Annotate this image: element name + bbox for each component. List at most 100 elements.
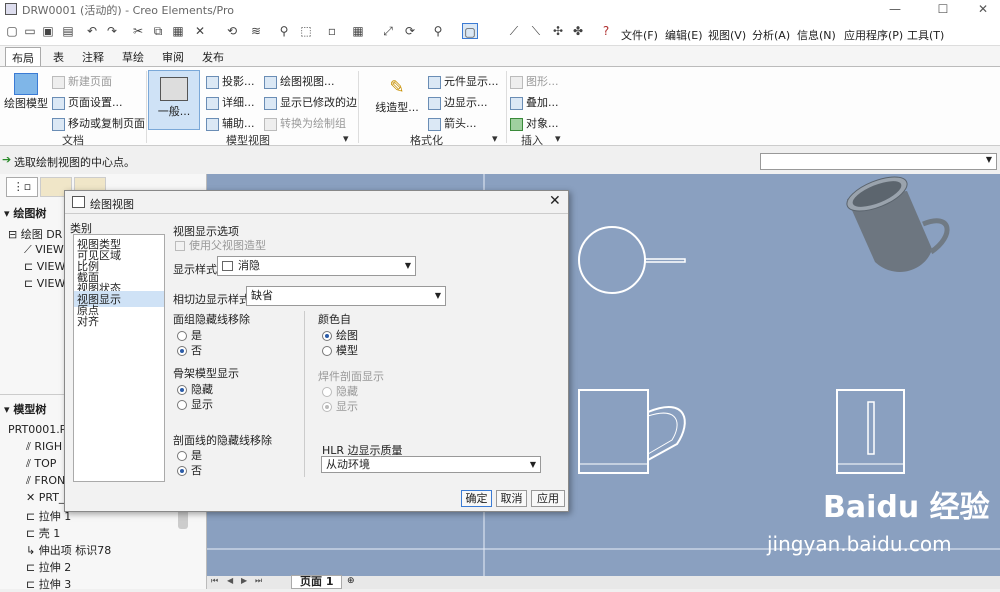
tangent-style-select[interactable]: 缺省 ▼ (246, 286, 446, 306)
minimize-icon[interactable]: — (880, 0, 910, 18)
filter-select[interactable]: ▼ (760, 153, 997, 170)
tab-annotate[interactable]: 注释 (82, 49, 104, 65)
skeleton-hidden-radio[interactable]: 隐藏 (177, 381, 213, 397)
arrow-button[interactable]: 箭头... (428, 115, 477, 131)
tree-item[interactable]: ⫽ FRON (26, 474, 65, 488)
tree-item[interactable]: ↳ 伸出项 标识78 (26, 542, 111, 558)
skeleton-show-radio[interactable]: 显示 (177, 396, 213, 412)
repaint-icon[interactable]: ⟳ (402, 23, 418, 39)
drawing-model-button[interactable]: 绘图模型 (4, 73, 48, 111)
redo-icon[interactable]: ↷ (104, 23, 120, 39)
tree-item[interactable]: ⊏ 壳 1 (26, 525, 60, 541)
menu-applications[interactable]: 应用程序(P) (844, 27, 903, 43)
close-icon[interactable]: ✕ (968, 0, 998, 18)
use-parent-checkbox[interactable]: 使用父视图造型 (175, 237, 266, 253)
tree-item[interactable]: ⊟ 绘图 DR (8, 226, 62, 242)
model-tree-title[interactable]: ▾ 模型树 (4, 401, 46, 417)
help-icon[interactable]: ? (598, 23, 614, 39)
delete-icon[interactable]: ✕ (192, 23, 208, 39)
undo-icon[interactable]: ↶ (84, 23, 100, 39)
tab-review[interactable]: 审阅 (162, 49, 184, 65)
add-page-icon[interactable]: ⊕ (347, 576, 355, 586)
tree-item[interactable]: ⟋ VIEW (24, 243, 64, 257)
find-icon[interactable]: ⚲ (276, 23, 292, 39)
menu-tools[interactable]: 工具(T) (907, 27, 944, 43)
menu-info[interactable]: 信息(N) (797, 27, 836, 43)
tree-item[interactable]: ⫽ RIGH (26, 440, 62, 454)
close-icon[interactable]: ✕ (549, 193, 561, 209)
zoom-icon[interactable]: ⚲ (430, 23, 446, 39)
page-setup-button[interactable]: 页面设置... (52, 94, 123, 110)
weld-hidden-radio[interactable]: 隐藏 (322, 383, 358, 399)
component-display-button[interactable]: 元件显示... (428, 73, 499, 89)
datum-point-icon[interactable]: ✣ (550, 23, 566, 39)
model-views-dropdown-icon[interactable]: ▾ (343, 132, 349, 145)
tree-item[interactable]: ⫽ TOP (26, 457, 56, 471)
menu-analysis[interactable]: 分析(A) (752, 27, 790, 43)
maximize-icon[interactable]: ☐ (928, 0, 958, 18)
regenerate-icon[interactable]: ⟲ (224, 23, 240, 39)
object-button[interactable]: 对象... (510, 115, 559, 131)
format-dropdown-icon[interactable]: ▾ (492, 132, 498, 145)
edge-display-button[interactable]: 边显示... (428, 94, 488, 110)
cancel-button[interactable]: 取消 (496, 490, 527, 507)
grid-icon[interactable]: ▦ (350, 23, 366, 39)
tree-item[interactable]: ⊏ VIEW (24, 260, 65, 273)
auxiliary-button[interactable]: 辅助... (206, 115, 255, 131)
apply-button[interactable]: 应用 (531, 490, 565, 507)
menu-file[interactable]: 文件(F) (621, 27, 658, 43)
ok-button[interactable]: 确定 (461, 490, 492, 507)
tab-publish[interactable]: 发布 (202, 49, 224, 65)
tree-tab-icon[interactable]: ⋮▫ (6, 177, 38, 197)
datum-csys-icon[interactable]: ✤ (570, 23, 586, 39)
datum-plane-icon[interactable]: ⟋ (506, 23, 522, 39)
scrollbar-thumb[interactable] (178, 509, 188, 529)
prev-page-icon[interactable]: ◀ (227, 576, 233, 585)
save-icon[interactable]: ▣ (40, 23, 56, 39)
insert-dropdown-icon[interactable]: ▾ (555, 132, 561, 145)
category-alignment[interactable]: 对齐 (77, 313, 99, 329)
last-page-icon[interactable]: ⏭ (255, 576, 262, 586)
graphics-button[interactable]: 图形... (510, 73, 559, 89)
drawing-tree-title[interactable]: ▾ 绘图树 (4, 205, 46, 221)
tree-item[interactable]: ✕ PRT_ (26, 491, 64, 504)
save-icon[interactable]: ▤ (60, 23, 76, 39)
tree-item[interactable]: ⊏ 拉伸 3 (26, 576, 71, 592)
cut-icon[interactable]: ✂ (130, 23, 146, 39)
tab-table[interactable]: 表 (53, 49, 64, 65)
overlay-button[interactable]: 叠加... (510, 94, 559, 110)
page-tab[interactable]: 页面 1 (291, 575, 343, 589)
projection-button[interactable]: 投影... (206, 73, 255, 89)
next-page-icon[interactable]: ▶ (241, 576, 247, 585)
weld-show-radio[interactable]: 显示 (322, 398, 358, 414)
face-hidden-no-radio[interactable]: 否 (177, 342, 202, 358)
paste-icon[interactable]: ▦ (170, 23, 186, 39)
hlr-select[interactable]: 从动环境 ▼ (321, 456, 541, 473)
show-modified-edges-button[interactable]: 显示已修改的边 (264, 94, 357, 110)
tree-item[interactable]: ⊏ VIEW (24, 277, 65, 290)
move-copy-page-button[interactable]: 移动或复制页面 (52, 115, 145, 131)
detail-button[interactable]: 详细... (206, 94, 255, 110)
color-drawing-radio[interactable]: 绘图 (322, 327, 358, 343)
menu-view[interactable]: 视图(V) (708, 27, 746, 43)
fit-view-icon[interactable]: ⤢ (380, 23, 396, 39)
select-box-icon[interactable]: ⬚ (298, 23, 314, 39)
copy-icon[interactable]: ⧉ (150, 23, 166, 39)
new-file-icon[interactable]: ▢ (4, 23, 20, 39)
line-style-button[interactable]: ✎ 线造型... (372, 77, 422, 115)
general-view-button[interactable]: 一般... (148, 70, 200, 130)
display-style-select[interactable]: 消隐 ▼ (217, 256, 416, 276)
section-hidden-no-radio[interactable]: 否 (177, 462, 202, 478)
drawing-view-button[interactable]: 绘图视图... (264, 73, 335, 89)
convert-to-group-button[interactable]: 转换为绘制组 (264, 115, 346, 131)
tree-item[interactable]: ⊏ 拉伸 2 (26, 559, 71, 575)
tab-layout[interactable]: 布局 (5, 47, 41, 67)
first-page-icon[interactable]: ⏮ (211, 576, 218, 586)
color-model-radio[interactable]: 模型 (322, 342, 358, 358)
section-hidden-yes-radio[interactable]: 是 (177, 447, 202, 463)
tab-sketch[interactable]: 草绘 (122, 49, 144, 65)
display-style-icon[interactable]: ▢ (462, 23, 478, 39)
open-file-icon[interactable]: ▭ (22, 23, 38, 39)
face-hidden-yes-radio[interactable]: 是 (177, 327, 202, 343)
select-box-icon[interactable]: ▫ (324, 23, 340, 39)
